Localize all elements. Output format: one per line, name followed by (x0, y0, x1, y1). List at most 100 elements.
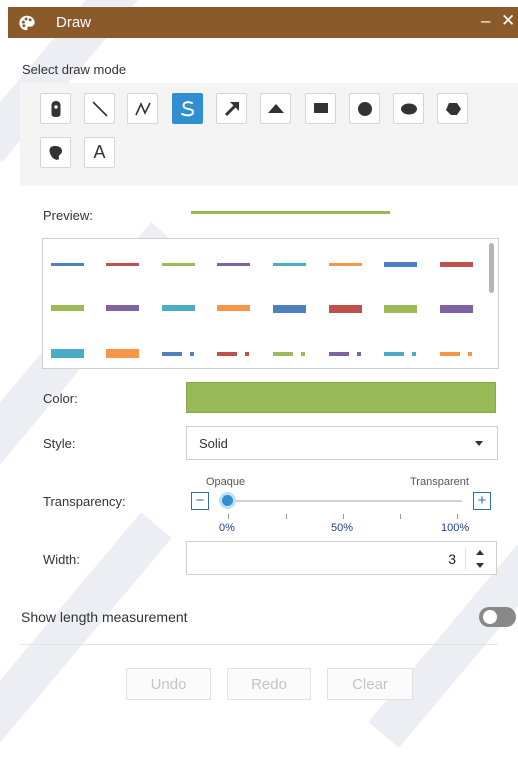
polyline-icon (134, 101, 151, 115)
line-style-dash-dot[interactable] (357, 352, 361, 356)
minimize-button[interactable]: – (481, 12, 490, 30)
divider (20, 644, 498, 645)
tool-line-button[interactable] (84, 93, 115, 124)
line-style-dash-segment[interactable] (440, 352, 460, 356)
tool-triangle-button[interactable] (260, 93, 291, 124)
line-style-swatch[interactable] (273, 263, 306, 266)
transparency-min-label: Opaque (206, 476, 246, 488)
width-label: Width: (43, 552, 80, 567)
line-style-swatch[interactable] (51, 263, 84, 266)
style-select-value: Solid (199, 436, 228, 451)
line-style-dash-segment[interactable] (384, 352, 404, 356)
line-style-swatch[interactable] (162, 305, 195, 311)
line-style-dash-dot[interactable] (245, 352, 249, 356)
line-style-swatch[interactable] (329, 263, 362, 266)
line-style-swatch[interactable] (440, 262, 473, 267)
draw-mode-toolbar: A (20, 83, 518, 186)
slider-tick (343, 514, 344, 519)
circle-icon (357, 101, 372, 116)
tool-point-button[interactable] (40, 93, 71, 124)
transparency-slider-track[interactable] (222, 500, 462, 502)
line-style-dash-dot[interactable] (468, 352, 472, 356)
toggle-knob (483, 610, 497, 624)
map-pin-icon (51, 100, 60, 117)
line-style-swatch[interactable] (384, 262, 417, 267)
color-label: Color: (43, 391, 78, 406)
tool-rectangle-button[interactable] (305, 93, 336, 124)
line-style-swatch[interactable] (106, 263, 139, 266)
style-label: Style: (43, 436, 76, 451)
rectangle-icon (313, 102, 328, 113)
title-bar: Draw – ✕ (8, 7, 518, 38)
line-style-swatch[interactable] (162, 263, 195, 266)
clear-button[interactable]: Clear (327, 668, 413, 700)
transparency-increase-button[interactable]: + (473, 492, 491, 510)
text-icon: A (93, 142, 106, 162)
ellipse-icon (400, 103, 417, 114)
slider-tick (457, 514, 458, 519)
line-style-dash-segment[interactable] (217, 352, 237, 356)
draw-panel: Draw – ✕ Select draw mode A Preview: Col… (0, 0, 518, 700)
preview-label: Preview: (43, 208, 93, 223)
tool-freehand-line-button[interactable] (172, 93, 203, 124)
palette-icon (19, 15, 35, 30)
style-list-scrollbar[interactable] (489, 243, 494, 293)
length-measurement-toggle[interactable] (479, 607, 516, 627)
chevron-down-icon (475, 441, 483, 446)
slider-tick (286, 514, 287, 519)
triangle-icon (267, 103, 284, 113)
transparency-slider-thumb[interactable] (219, 492, 236, 509)
redo-button[interactable]: Redo (227, 668, 311, 700)
line-style-dash-dot[interactable] (190, 352, 194, 356)
line-style-dash-dot[interactable] (412, 352, 416, 356)
line-style-swatch[interactable] (217, 305, 250, 311)
color-picker[interactable] (186, 382, 496, 413)
line-style-swatch[interactable] (51, 305, 84, 311)
style-select[interactable]: Solid (186, 426, 498, 460)
polygon-icon (445, 102, 461, 115)
slider-tick-label: 0% (219, 522, 235, 534)
slider-tick (400, 514, 401, 519)
tool-arrow-button[interactable] (216, 93, 247, 124)
tool-freehand-polygon-button[interactable] (40, 137, 71, 168)
transparency-max-label: Transparent (410, 476, 469, 488)
spinner-up-icon[interactable] (476, 550, 484, 555)
line-style-swatch[interactable] (440, 305, 473, 313)
arrow-icon (224, 101, 239, 116)
freehand-line-icon (180, 100, 194, 116)
line-style-swatch[interactable] (384, 305, 417, 313)
line-style-dash-segment[interactable] (273, 352, 293, 356)
line-style-swatch[interactable] (329, 305, 362, 313)
freehand-polygon-icon (48, 145, 62, 160)
line-style-swatch[interactable] (106, 305, 139, 311)
transparency-decrease-button[interactable]: − (191, 492, 209, 510)
line-style-swatch[interactable] (217, 263, 250, 266)
slider-tick-label: 50% (331, 522, 354, 534)
transparency-label: Transparency: (43, 494, 126, 509)
line-style-dash-segment[interactable] (329, 352, 349, 356)
slider-tick-label: 100% (441, 522, 470, 534)
spinner-down-icon[interactable] (476, 563, 484, 568)
spinner-divider (465, 548, 466, 570)
window-title: Draw (56, 14, 92, 31)
undo-button[interactable]: Undo (126, 668, 211, 700)
tool-polygon-button[interactable] (437, 93, 468, 124)
line-style-dash-segment[interactable] (162, 352, 182, 356)
draw-mode-label: Select draw mode (22, 62, 127, 77)
line-style-swatch[interactable] (273, 305, 306, 313)
tool-circle-button[interactable] (349, 93, 380, 124)
length-measurement-label: Show length measurement (21, 609, 188, 625)
slider-tick (228, 514, 229, 519)
line-style-swatch[interactable] (106, 349, 139, 358)
tool-polyline-button[interactable] (127, 93, 158, 124)
tool-ellipse-button[interactable] (393, 93, 424, 124)
width-value: 3 (448, 551, 456, 567)
close-button[interactable]: ✕ (501, 12, 515, 30)
width-input[interactable]: 3 (186, 541, 497, 575)
line-icon (91, 100, 108, 117)
line-style-list (42, 238, 499, 369)
line-style-swatch[interactable] (51, 349, 84, 358)
preview-line (191, 211, 390, 214)
line-style-dash-dot[interactable] (301, 352, 305, 356)
tool-text-button[interactable]: A (84, 137, 115, 168)
